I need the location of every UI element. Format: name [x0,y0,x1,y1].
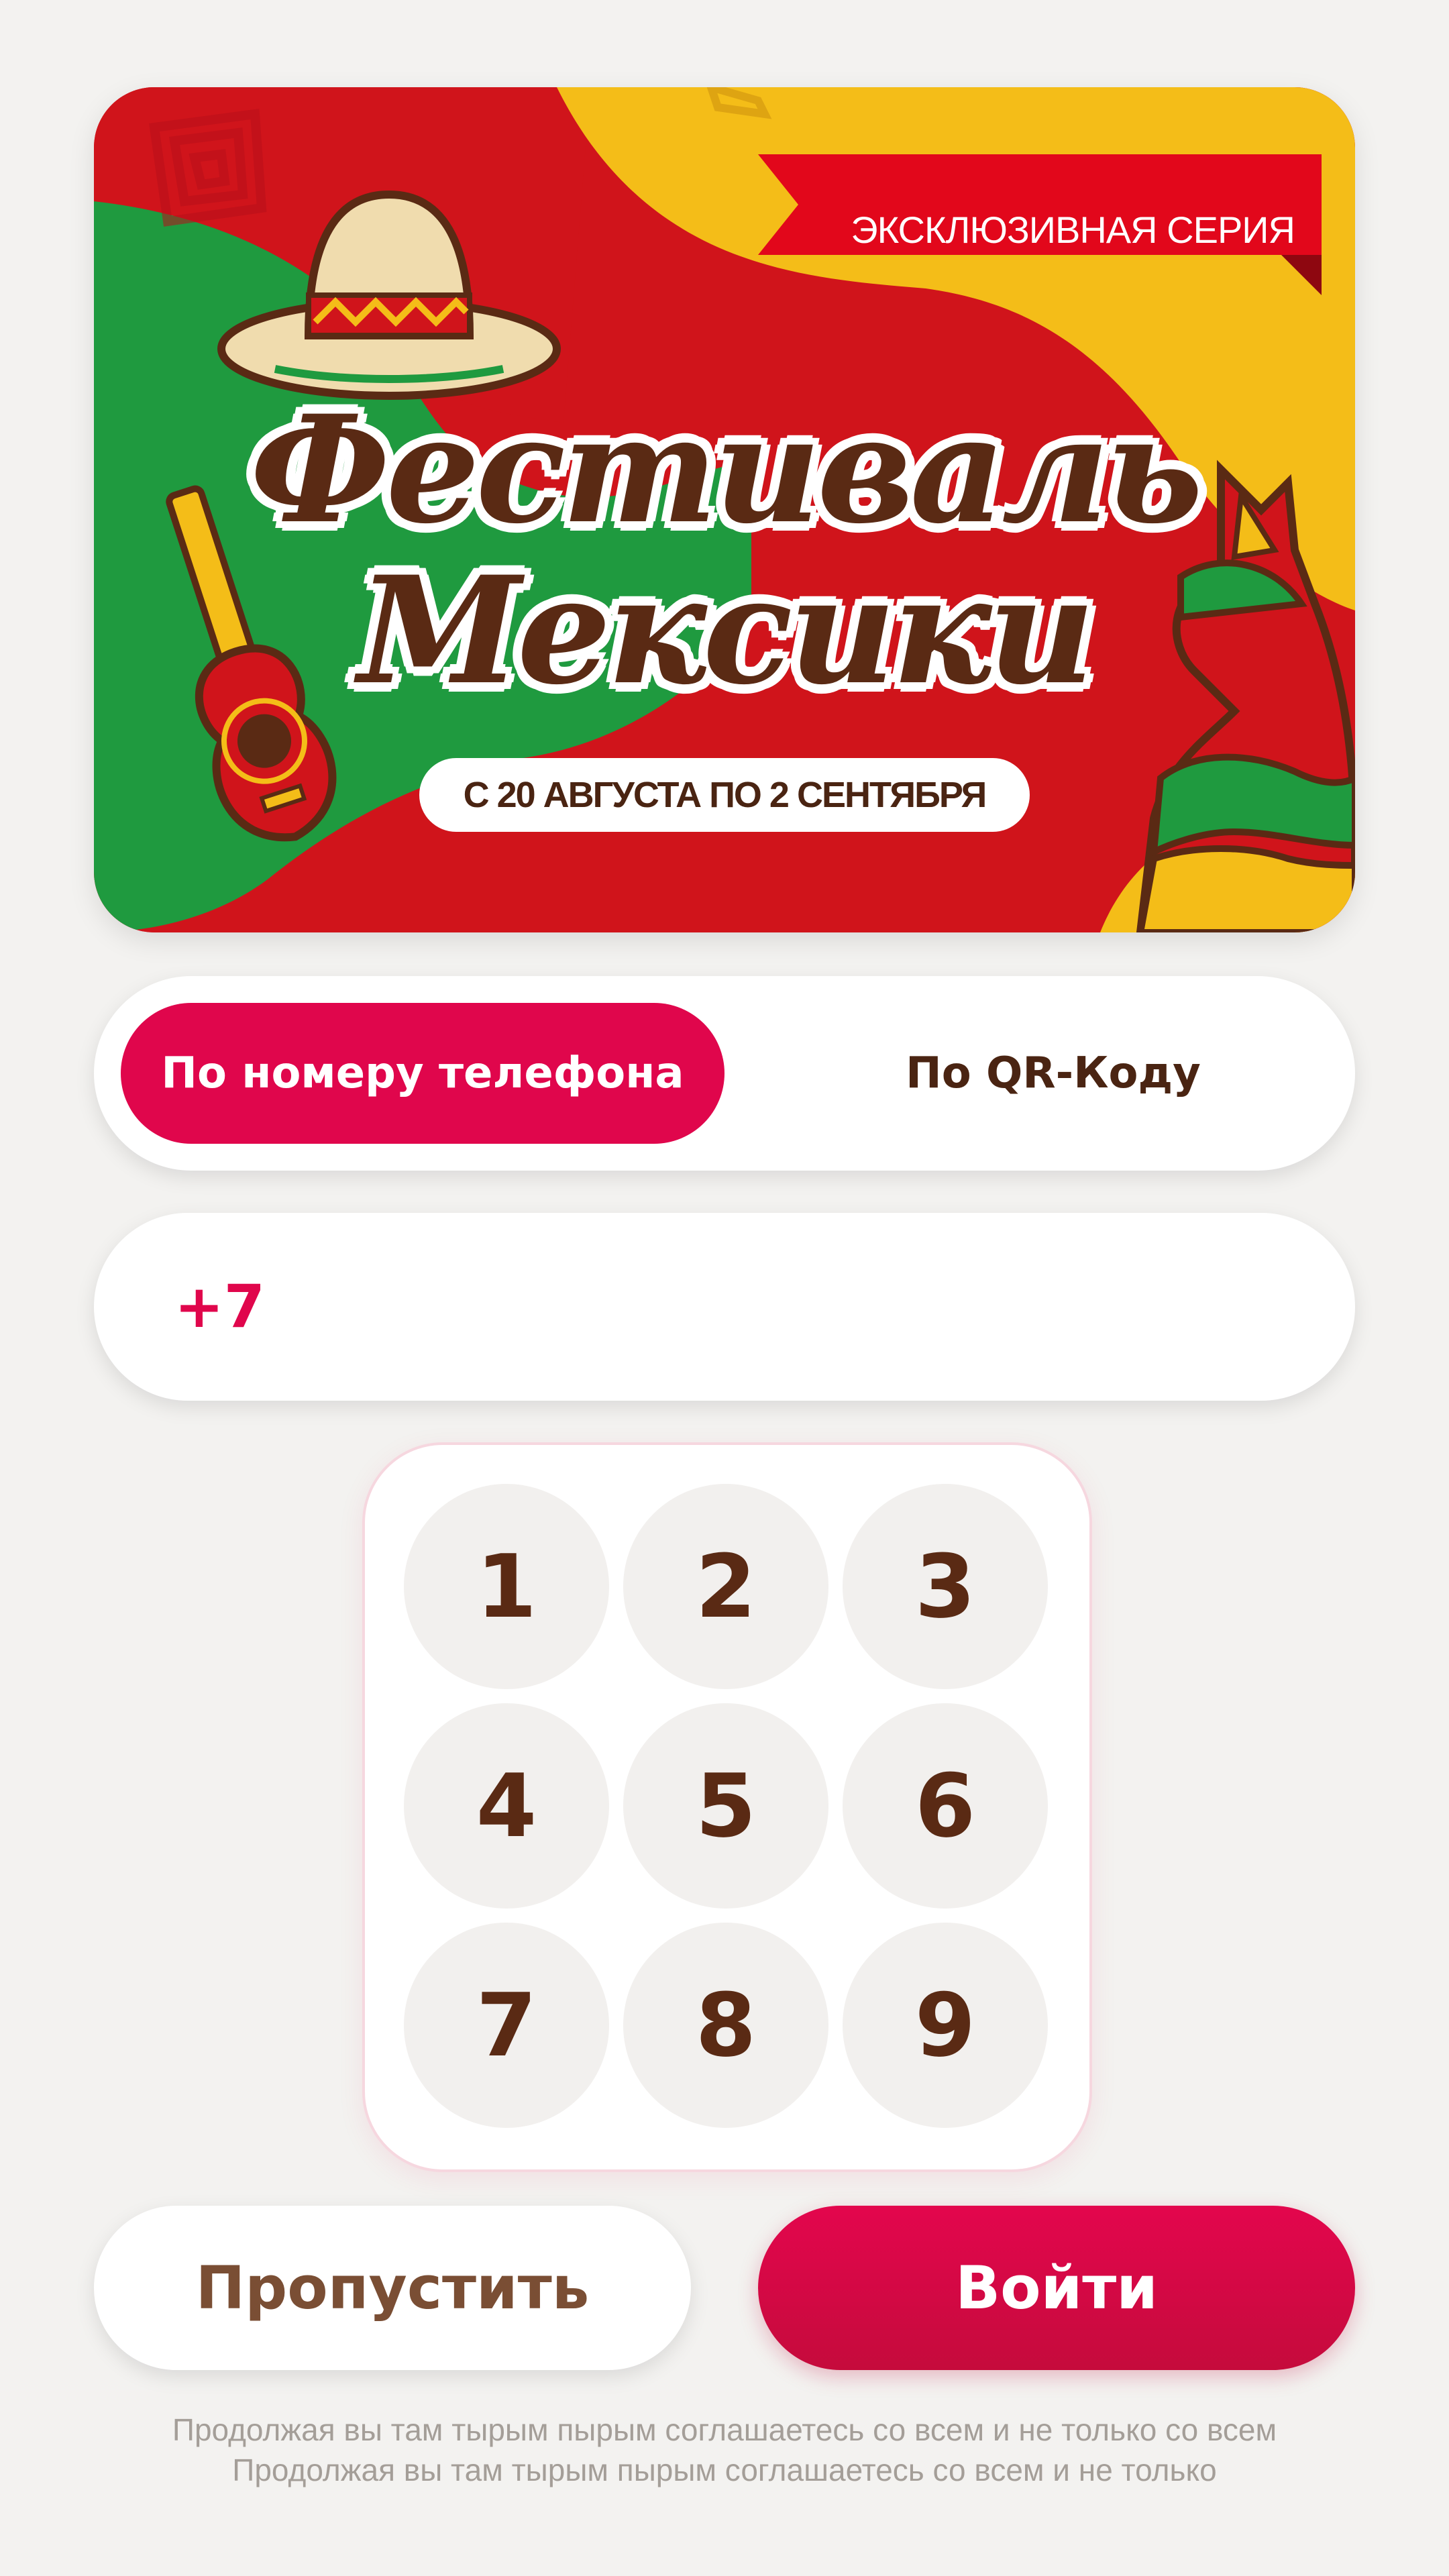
key-2[interactable]: 2 [623,1484,828,1689]
banner-title-line1: Фестиваль [250,382,1203,556]
screen: ЭКСКЛЮЗИВНАЯ СЕРИЯ Фестиваль Мексики С 2… [0,0,1449,2576]
tab-qr-code[interactable]: По QR-Коду [751,1003,1355,1144]
numeric-keypad: 1 2 3 4 5 6 7 8 9 [362,1442,1092,2172]
legal-line-2: Продолжая вы там тырым пырым соглашаетес… [232,2453,1217,2487]
promo-banner[interactable]: ЭКСКЛЮЗИВНАЯ СЕРИЯ Фестиваль Мексики С 2… [94,87,1355,932]
banner-title-line2: Мексики [358,543,1095,717]
login-button[interactable]: Войти [758,2206,1355,2370]
key-7[interactable]: 7 [404,1923,609,2128]
key-9[interactable]: 9 [843,1923,1048,2128]
phone-field[interactable]: +7 [94,1213,1355,1401]
login-method-tabs: По номеру телефона По QR-Коду [94,976,1355,1171]
skip-button[interactable]: Пропустить [94,2206,691,2370]
legal-disclaimer: Продолжая вы там тырым пырым соглашаетес… [0,2410,1449,2490]
tab-phone[interactable]: По номеру телефона [121,1003,724,1144]
phone-country-prefix: +7 [174,1272,265,1341]
key-6[interactable]: 6 [843,1703,1048,1909]
key-1[interactable]: 1 [404,1484,609,1689]
banner-date-badge: С 20 АВГУСТА ПО 2 СЕНТЯБРЯ [419,758,1030,832]
key-5[interactable]: 5 [623,1703,828,1909]
ribbon-label: ЭКСКЛЮЗИВНАЯ СЕРИЯ [851,209,1295,251]
key-3[interactable]: 3 [843,1484,1048,1689]
key-4[interactable]: 4 [404,1703,609,1909]
legal-line-1: Продолжая вы там тырым пырым соглашаетес… [172,2412,1277,2447]
key-8[interactable]: 8 [623,1923,828,2128]
phone-input[interactable] [295,1253,1291,1362]
